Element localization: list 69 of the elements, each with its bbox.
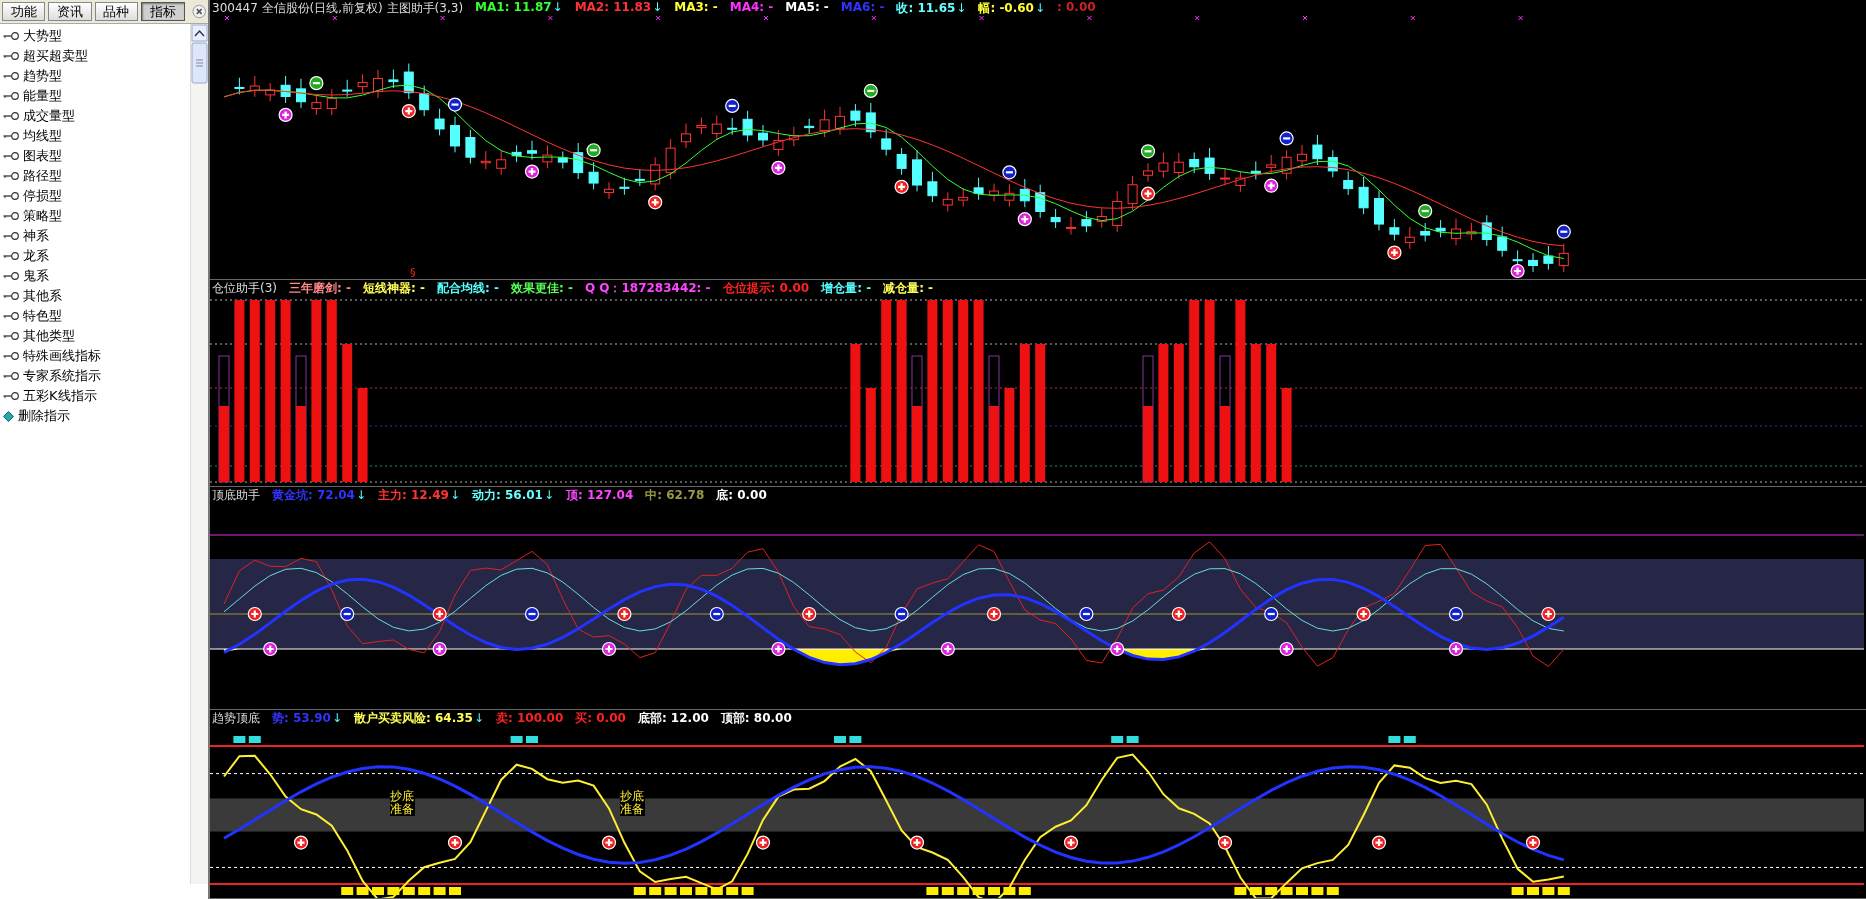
indicator-value: 幅: -0.60 [978, 0, 1034, 15]
indicator-value: 黄金坑: 72.04 [272, 487, 355, 502]
pane-title: 300447 全信股份(日线,前复权) 主图助手(3,3) [212, 0, 464, 17]
trend-arrow: ↓ [355, 487, 366, 502]
indicator-value: 顶: 127.04 [566, 487, 634, 502]
indicator-menu-item[interactable]: 停损型 [23, 187, 62, 205]
indicator-value: : 0.00 [1057, 0, 1096, 14]
indicator-value: 卖: 100.00 [496, 710, 564, 725]
pane-title: 趋势顶底 [212, 709, 260, 727]
bottom-signal-label: 抄底准备 [620, 790, 646, 817]
indicator-menu-item[interactable]: 五彩K线指示 [23, 387, 97, 405]
indicator-value: 底部: 12.00 [637, 710, 709, 725]
indicator-menu-item[interactable]: 神系 [23, 227, 49, 245]
indicator-menu-item[interactable]: 能量型 [23, 87, 62, 105]
indicator-value: MA3: - [674, 0, 718, 14]
sidebar-tab[interactable]: 品种 [94, 2, 139, 21]
indicator-value: MA6: - [840, 0, 885, 14]
indicator-menu-item[interactable]: 图表型 [23, 147, 62, 165]
indicator-value: 短线神器: - [362, 280, 425, 295]
indicator-value: 顶部: 80.00 [720, 710, 792, 725]
indicator-menu-item[interactable]: 其他类型 [23, 327, 75, 345]
sidebar-tab[interactable]: 指标 [141, 2, 185, 21]
indicator-value: 减仓量: - [883, 280, 934, 295]
indicator-menu-item[interactable]: 删除指示 [18, 407, 70, 425]
pane-title: 仓位助手(3) [212, 279, 277, 297]
trend-arrow: ↓ [652, 0, 663, 14]
signal-mark: § [410, 266, 416, 279]
indicator-value: 三年磨剑: - [289, 280, 351, 295]
trend-arrow: ↓ [543, 487, 554, 502]
indicator-value: 中: 62.78 [645, 487, 705, 502]
indicator-menu-item[interactable]: 路径型 [23, 167, 62, 185]
indicator-value: 仓位提示: 0.00 [722, 280, 810, 295]
indicator-value: 主力: 12.49 [378, 487, 449, 502]
indicator-menu-item[interactable]: 其他系 [23, 287, 62, 305]
indicator-value: 效果更佳: - [510, 280, 573, 295]
indicator-menu-item[interactable]: 特殊画线指标 [23, 347, 101, 365]
trend-arrow: ↓ [1035, 0, 1046, 15]
indicator-value: MA2: 11.83 [574, 0, 652, 14]
indicator-value: Q Q：187283442: - [584, 280, 711, 295]
indicator-menu-item[interactable]: 均线型 [23, 127, 62, 145]
indicator-value: 散户买卖风险: 64.35 [354, 710, 473, 725]
indicator-menu-item[interactable]: 特色型 [23, 307, 62, 325]
indicator-value: 收: 11.65 [896, 0, 956, 15]
indicator-value: 增仓量: - [821, 280, 872, 295]
indicator-value: 势: 53.90 [272, 710, 331, 725]
indicator-value: MA5: - [785, 0, 829, 14]
indicator-value: MA1: 11.87 [475, 0, 552, 14]
bottom-signal-label: 抄底准备 [390, 790, 416, 817]
indicator-value: 配合均线: - [436, 280, 499, 295]
indicator-menu-item[interactable]: 成交量型 [23, 107, 75, 125]
indicator-value: 动力: 56.01 [472, 487, 543, 502]
sidebar-tab[interactable]: 资讯 [48, 2, 92, 21]
indicator-value: MA4: - [729, 0, 774, 14]
indicator-menu-item[interactable]: 趋势型 [23, 67, 62, 85]
indicator-menu-item[interactable]: 龙系 [23, 247, 49, 265]
pane-title: 顶底助手 [212, 486, 260, 504]
trend-arrow: ↓ [956, 0, 967, 15]
indicator-menu-item[interactable]: 大势型 [23, 27, 62, 45]
sidebar-tab[interactable]: 功能 [2, 2, 46, 21]
indicator-value: 底: 0.00 [716, 487, 767, 502]
indicator-menu-item[interactable]: 超买超卖型 [23, 47, 88, 65]
indicator-menu-item[interactable]: 专家系统指示 [23, 367, 101, 385]
indicator-value: 买: 0.00 [575, 710, 626, 725]
trend-arrow: ↓ [331, 710, 342, 725]
trend-arrow: ↓ [449, 487, 460, 502]
indicator-menu-item[interactable]: 策略型 [23, 207, 62, 225]
indicator-menu-item[interactable]: 鬼系 [23, 267, 49, 285]
trend-arrow: ↓ [552, 0, 563, 14]
trend-arrow: ↓ [473, 710, 484, 725]
